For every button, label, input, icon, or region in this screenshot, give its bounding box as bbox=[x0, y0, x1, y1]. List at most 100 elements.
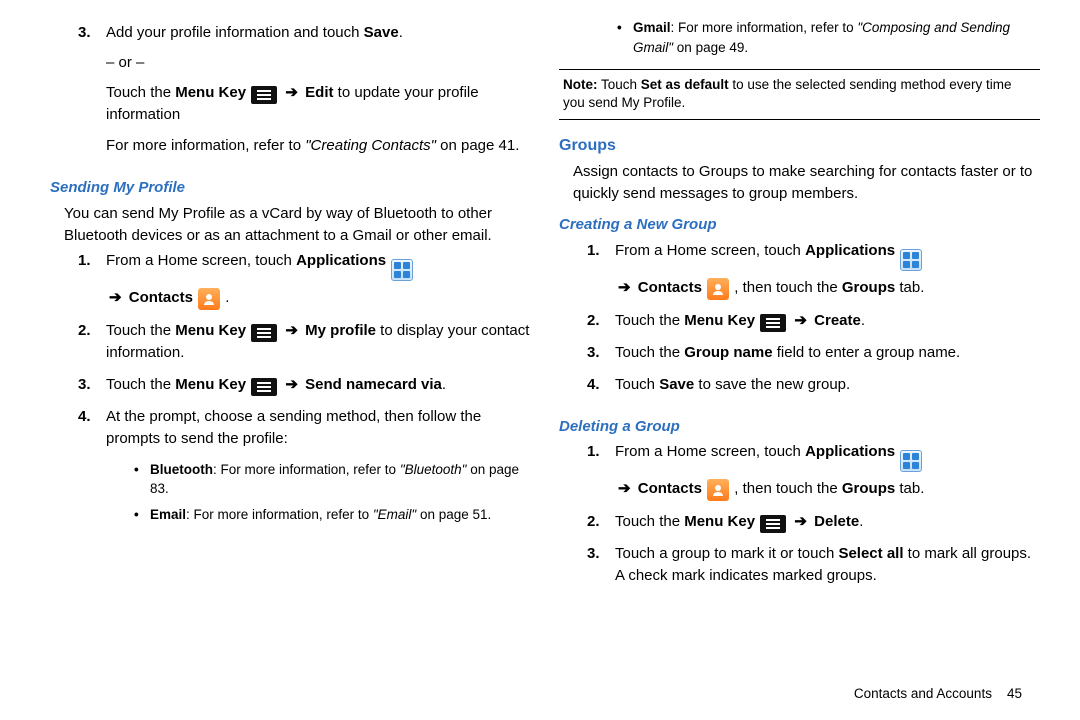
note-label: Note: bbox=[563, 77, 598, 92]
contacts-icon bbox=[707, 479, 729, 501]
left-column: Add your profile information and touch S… bbox=[50, 18, 531, 680]
send-namecard-label: Send namecard via bbox=[305, 376, 442, 393]
contacts-label: Contacts bbox=[638, 279, 702, 296]
applications-icon bbox=[900, 450, 922, 472]
heading-deleting-group: Deleting a Group bbox=[559, 416, 1040, 438]
arrow-icon: ➔ bbox=[615, 480, 634, 497]
text: From a Home screen, touch bbox=[615, 242, 805, 259]
right-column: Gmail: For more information, refer to "C… bbox=[559, 18, 1040, 680]
heading-creating-group: Creating a New Group bbox=[559, 214, 1040, 236]
edit-instruction: Touch the Menu Key ➔ Edit to update your… bbox=[106, 82, 531, 126]
text: Touch the bbox=[106, 322, 175, 339]
text: . bbox=[442, 376, 446, 393]
applications-icon bbox=[391, 259, 413, 281]
gmail-bullet-list: Gmail: For more information, refer to "C… bbox=[617, 18, 1040, 63]
menu-key-label: Menu Key bbox=[175, 322, 246, 339]
text: Add your profile information and touch bbox=[106, 24, 364, 41]
text: Touch the bbox=[615, 312, 684, 329]
my-profile-label: My profile bbox=[305, 322, 376, 339]
sending-intro: You can send My Profile as a vCard by wa… bbox=[64, 203, 531, 247]
list-item: Touch the Menu Key ➔ Send namecard via. bbox=[78, 374, 531, 406]
text: Touch the bbox=[615, 513, 684, 530]
menu-key-label: Menu Key bbox=[684, 513, 755, 530]
gmail-label: Gmail bbox=[633, 20, 671, 35]
contacts-label: Contacts bbox=[129, 289, 193, 306]
create-label: Create bbox=[814, 312, 861, 329]
list-item: Touch the Menu Key ➔ My profile to displ… bbox=[78, 320, 531, 374]
contacts-groups-line: ➔ Contacts , then touch the Groups tab. bbox=[615, 277, 1040, 300]
text: From a Home screen, touch bbox=[615, 443, 805, 460]
list-item: Touch a group to mark it or touch Select… bbox=[587, 543, 1040, 597]
note-box: Note: Touch Set as default to use the se… bbox=[559, 69, 1040, 119]
arrow-icon: ➔ bbox=[791, 513, 810, 530]
group-name-label: Group name bbox=[684, 344, 772, 361]
list-item: From a Home screen, touch Applications ➔… bbox=[78, 250, 531, 320]
menu-key-label: Menu Key bbox=[175, 376, 246, 393]
footer-page-number: 45 bbox=[1007, 686, 1022, 701]
list-item: Add your profile information and touch S… bbox=[78, 22, 531, 167]
text: , then touch the bbox=[734, 480, 842, 497]
text: . bbox=[225, 289, 229, 306]
text: on page 49. bbox=[673, 40, 748, 55]
text: Touch the bbox=[106, 376, 175, 393]
list-item: Touch the Menu Key ➔ Delete. bbox=[587, 511, 1040, 543]
list-item: Touch the Group name field to enter a gr… bbox=[587, 342, 1040, 374]
applications-label: Applications bbox=[296, 252, 386, 269]
page-footer: Contacts and Accounts 45 bbox=[0, 680, 1080, 701]
select-all-label: Select all bbox=[838, 545, 903, 562]
delete-label: Delete bbox=[814, 513, 859, 530]
text: : For more information, refer to bbox=[671, 20, 858, 35]
menu-key-icon bbox=[251, 378, 277, 396]
heading-sending-my-profile: Sending My Profile bbox=[50, 177, 531, 199]
applications-label: Applications bbox=[805, 242, 895, 259]
text: : For more information, refer to bbox=[186, 507, 373, 522]
arrow-icon: ➔ bbox=[106, 289, 125, 306]
text: : For more information, refer to bbox=[213, 462, 400, 477]
set-default-label: Set as default bbox=[641, 77, 729, 92]
text: tab. bbox=[895, 480, 924, 497]
applications-icon bbox=[900, 249, 922, 271]
text: tab. bbox=[895, 279, 924, 296]
groups-tab-label: Groups bbox=[842, 480, 895, 497]
or-divider: – or – bbox=[106, 52, 531, 74]
list-item: Touch the Menu Key ➔ Create. bbox=[587, 310, 1040, 342]
menu-key-icon bbox=[760, 314, 786, 332]
text: . bbox=[859, 513, 863, 530]
text: . bbox=[399, 24, 403, 41]
menu-key-icon bbox=[251, 324, 277, 342]
list-item: Email: For more information, refer to "E… bbox=[134, 505, 531, 531]
list-item: From a Home screen, touch Applications ➔… bbox=[587, 441, 1040, 511]
text: on page 51. bbox=[416, 507, 491, 522]
list-item: Touch Save to save the new group. bbox=[587, 374, 1040, 406]
edit-label: Edit bbox=[305, 84, 333, 101]
create-group-list: From a Home screen, touch Applications ➔… bbox=[587, 240, 1040, 406]
reference-link: "Email" bbox=[373, 507, 416, 522]
sending-steps-list: From a Home screen, touch Applications ➔… bbox=[78, 250, 531, 540]
text: field to enter a group name. bbox=[773, 344, 961, 361]
menu-key-label: Menu Key bbox=[175, 84, 246, 101]
groups-tab-label: Groups bbox=[842, 279, 895, 296]
applications-label: Applications bbox=[805, 443, 895, 460]
menu-key-icon bbox=[760, 515, 786, 533]
list-item: Gmail: For more information, refer to "C… bbox=[617, 18, 1040, 63]
contacts-icon bbox=[707, 278, 729, 300]
arrow-icon: ➔ bbox=[791, 312, 810, 329]
text: Touch a group to mark it or touch bbox=[615, 545, 838, 562]
reference-link: "Creating Contacts" bbox=[305, 137, 436, 154]
bluetooth-label: Bluetooth bbox=[150, 462, 213, 477]
text: Touch bbox=[615, 376, 659, 393]
contacts-icon bbox=[198, 288, 220, 310]
contacts-line: ➔ Contacts . bbox=[106, 287, 531, 310]
arrow-icon: ➔ bbox=[282, 84, 301, 101]
arrow-icon: ➔ bbox=[615, 279, 634, 296]
text: For more information, refer to bbox=[106, 137, 305, 154]
delete-group-list: From a Home screen, touch Applications ➔… bbox=[587, 441, 1040, 597]
text: Touch the bbox=[106, 84, 175, 101]
save-label: Save bbox=[364, 24, 399, 41]
text: Touch the bbox=[615, 344, 684, 361]
menu-key-icon bbox=[251, 86, 277, 104]
arrow-icon: ➔ bbox=[282, 322, 301, 339]
groups-intro: Assign contacts to Groups to make search… bbox=[573, 161, 1040, 205]
text: . bbox=[861, 312, 865, 329]
text: on page 41. bbox=[436, 137, 519, 154]
